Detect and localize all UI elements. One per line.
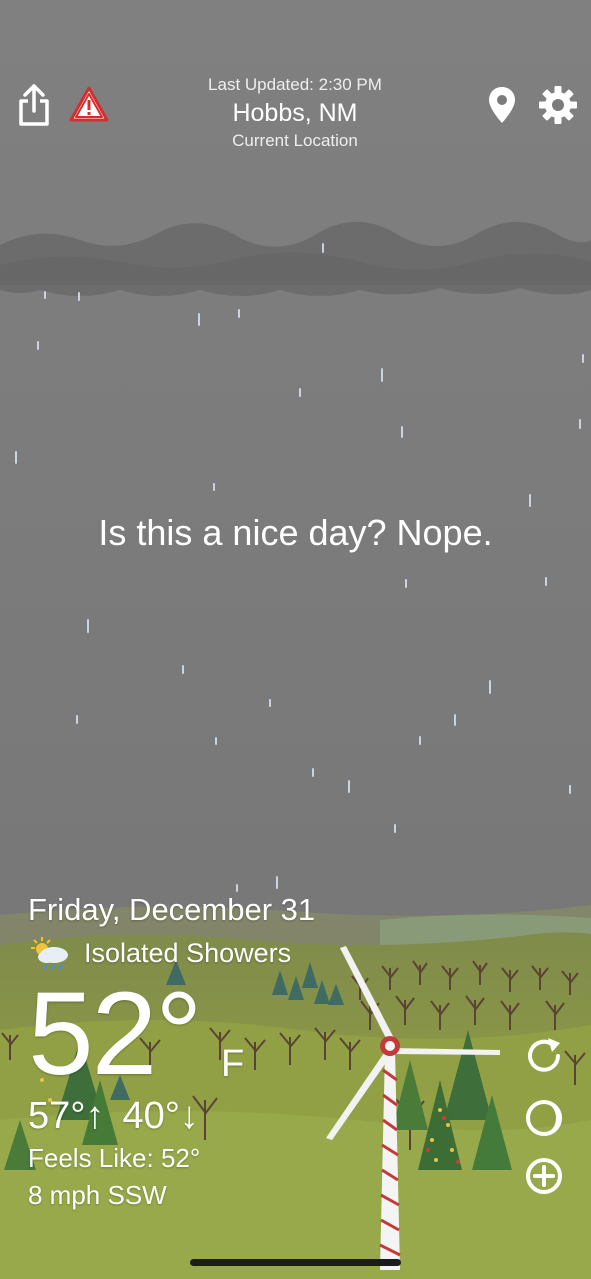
condition-row: Isolated Showers <box>28 935 291 971</box>
current-location-label: Current Location <box>232 131 358 150</box>
location-header: Last Updated: 2:30 PM Hobbs, NM Current … <box>145 75 445 151</box>
date-label: Friday, December 31 <box>28 892 316 927</box>
moon-phase-button[interactable] <box>522 1096 566 1140</box>
gear-icon <box>539 86 577 124</box>
share-icon <box>19 84 49 126</box>
temperature-unit[interactable]: F <box>221 1043 244 1086</box>
high-temperature: 57°↑ <box>28 1095 105 1137</box>
add-location-button[interactable] <box>522 1154 566 1198</box>
plus-circle-icon <box>526 1158 562 1194</box>
weather-alert-button[interactable] <box>66 82 112 126</box>
partly-cloudy-rain-icon <box>31 937 68 970</box>
high-low-row: 57°↑ 40°↓ <box>28 1095 199 1138</box>
settings-button[interactable] <box>535 82 581 128</box>
share-button[interactable] <box>12 80 56 130</box>
low-temperature: 40°↓ <box>122 1095 199 1137</box>
wind-text: 8 mph SSW <box>28 1180 167 1210</box>
feels-like-text: Feels Like: 52° <box>28 1143 201 1173</box>
home-indicator[interactable] <box>190 1259 401 1266</box>
moon-phase-icon <box>526 1100 562 1136</box>
locations-button[interactable] <box>482 82 522 128</box>
map-pin-icon <box>489 87 515 123</box>
last-updated-text: Last Updated: 2:30 PM <box>208 75 382 94</box>
top-bar: Last Updated: 2:30 PM Hobbs, NM Current … <box>0 70 591 160</box>
condition-text: Isolated Showers <box>84 937 292 968</box>
refresh-icon <box>528 1038 560 1072</box>
current-temperature: 52° <box>28 968 202 1100</box>
city-name[interactable]: Hobbs, NM <box>145 99 445 128</box>
refresh-button[interactable] <box>522 1034 566 1078</box>
warning-triangle-icon <box>69 86 109 122</box>
temperature-block: 52° F <box>28 975 244 1095</box>
weather-headline: Is this a nice day? Nope. <box>98 512 493 553</box>
